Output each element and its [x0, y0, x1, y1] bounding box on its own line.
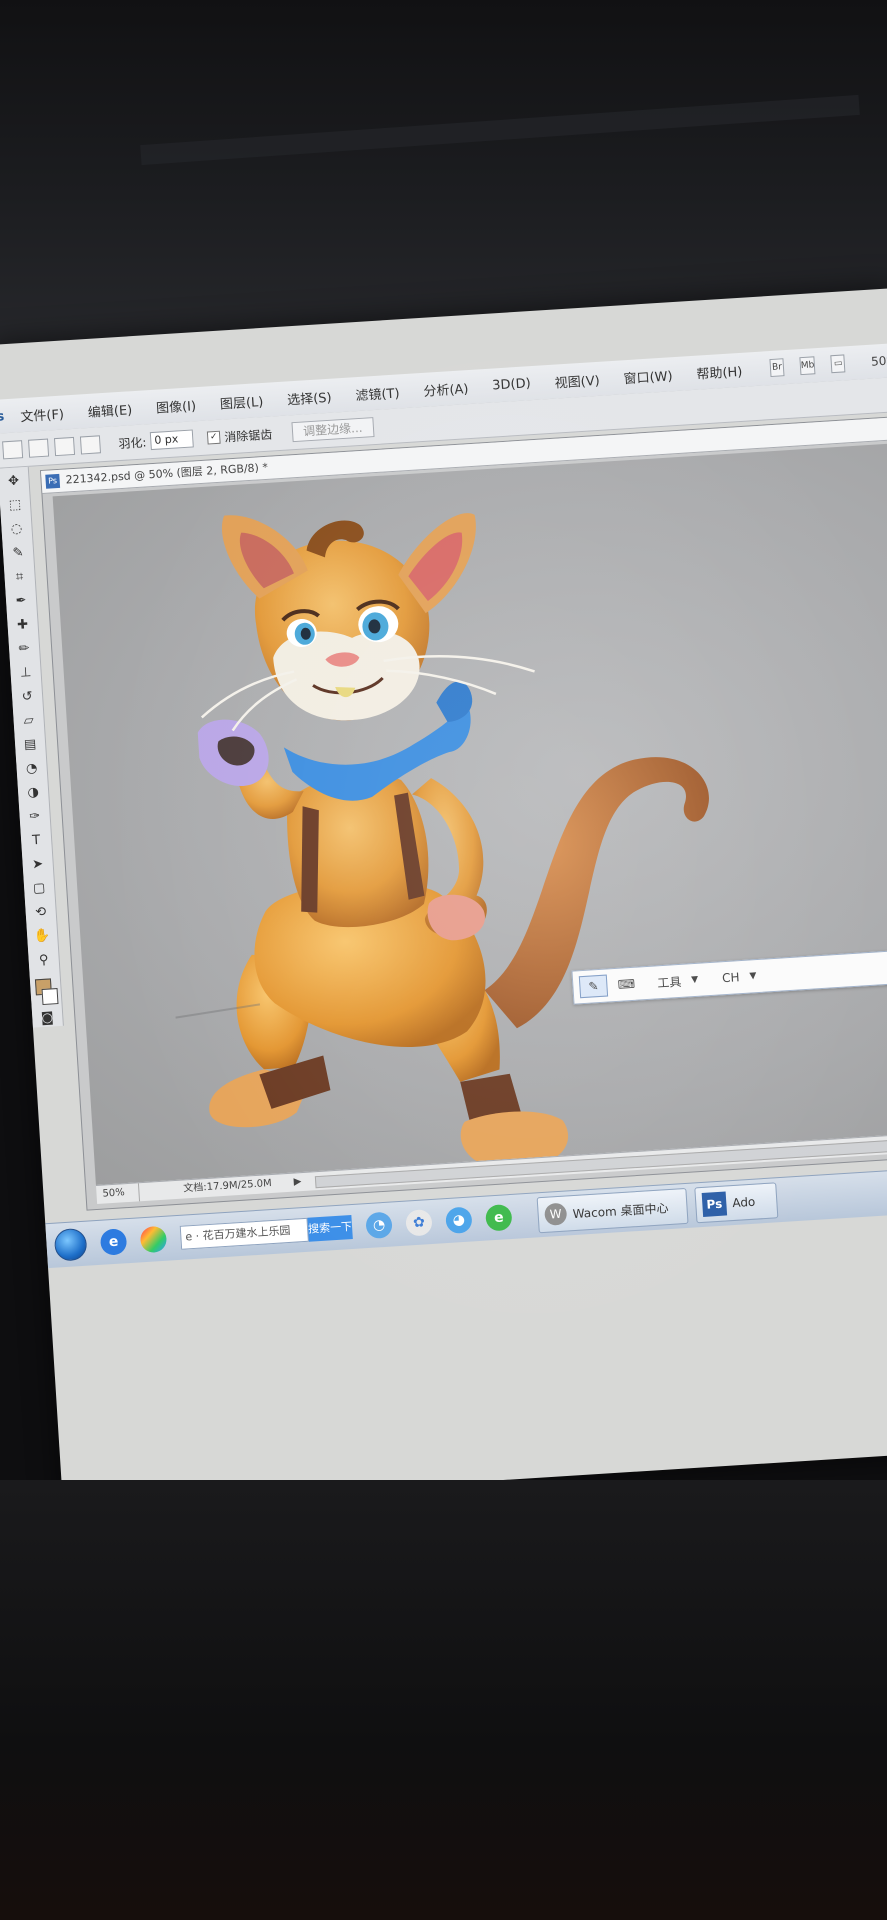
document-window: Ps 221342.psd @ 50% (图层 2, RGB/8) * ✎ ⌨ …	[39, 415, 887, 1211]
eyedropper-tool-icon[interactable]: ✒	[12, 591, 31, 612]
stamp-tool-icon[interactable]: ⊥	[16, 663, 35, 684]
menu-select[interactable]: 选择(S)	[275, 385, 344, 408]
photoshop-task-button[interactable]: Ps Ado	[694, 1182, 779, 1224]
menu-analysis[interactable]: 分析(A)	[411, 377, 481, 400]
search-button[interactable]: 搜索一下	[307, 1215, 353, 1242]
menu-window[interactable]: 窗口(W)	[611, 364, 685, 388]
cloud-app-icon[interactable]: ✿	[405, 1209, 433, 1237]
antialias-checkbox[interactable]: ✓	[206, 430, 221, 445]
ie-icon[interactable]: e	[99, 1228, 128, 1256]
healing-tool-icon[interactable]: ✚	[13, 615, 32, 636]
feather-label: 羽化:	[118, 434, 147, 451]
quick-select-tool-icon[interactable]: ✎	[9, 543, 28, 564]
brush-tool-icon[interactable]: ✏	[15, 639, 34, 660]
menu-view[interactable]: 视图(V)	[542, 369, 612, 392]
document-size[interactable]: 文档:17.9M/25.0M	[183, 1175, 272, 1199]
add-selection-icon[interactable]	[53, 436, 76, 457]
feather-input[interactable]: 0 px	[149, 429, 194, 451]
menu-file[interactable]: 文件(F)	[8, 402, 77, 425]
start-button[interactable]	[53, 1227, 88, 1262]
wacom-task-label: Wacom 桌面中心	[572, 1200, 669, 1221]
zoom-tool-icon[interactable]: ⚲	[34, 950, 53, 971]
menu-layer[interactable]: 图层(L)	[207, 390, 275, 413]
eraser-tool-icon[interactable]: ▱	[19, 711, 38, 732]
screen-mode-icon[interactable]: ▭	[830, 354, 846, 374]
chevron-down-icon[interactable]: ▼	[749, 971, 757, 981]
ps-document-icon: Ps	[45, 473, 61, 489]
cat-illustration	[175, 513, 709, 1169]
lasso-preset-icon[interactable]	[2, 440, 24, 460]
wacom-task-button[interactable]: W Wacom 桌面中心	[536, 1187, 689, 1234]
menu-filter[interactable]: 滤镜(T)	[343, 381, 412, 404]
status-zoom-field[interactable]: 50%	[96, 1183, 141, 1204]
pen-tool-icon[interactable]: ✑	[25, 807, 44, 828]
hand-tool-icon[interactable]: ✋	[33, 926, 52, 947]
new-selection-icon[interactable]	[28, 438, 50, 458]
qq-browser-icon[interactable]: ◕	[445, 1206, 473, 1235]
shape-tool-icon[interactable]: ▢	[30, 878, 49, 899]
3d-rotate-icon[interactable]: ⟲	[31, 902, 50, 923]
minibridge-button[interactable]: Mb	[799, 356, 816, 376]
crop-tool-icon[interactable]: ⌗	[10, 567, 29, 588]
wacom-logo-icon: W	[544, 1202, 568, 1226]
chevron-down-icon[interactable]: ▼	[691, 975, 699, 985]
menu-edit[interactable]: 编辑(E)	[75, 398, 144, 421]
gradient-tool-icon[interactable]: ▤	[21, 735, 40, 756]
pen-icon[interactable]: ✎	[578, 974, 609, 999]
menu-image[interactable]: 图像(I)	[143, 394, 208, 417]
path-select-icon[interactable]: ➤	[28, 854, 47, 875]
zoom-level-dropdown[interactable]: 50%	[871, 353, 887, 369]
language-indicator[interactable]: CH	[722, 970, 740, 985]
refine-edge-button[interactable]: 调整边缘...	[291, 417, 375, 443]
photoshop-logo-icon: Ps	[701, 1191, 728, 1217]
quick-mask-icon[interactable]: ◙	[38, 1008, 57, 1029]
photoshop-task-label: Ado	[731, 1194, 756, 1211]
monitor-frame-bottom	[0, 1480, 887, 1920]
type-tool-icon[interactable]: T	[27, 831, 46, 852]
subtract-selection-icon[interactable]	[79, 435, 102, 455]
browser-search-input[interactable]: e · 花百万建水上乐园	[179, 1217, 309, 1250]
lasso-tool-icon[interactable]: ◌	[7, 519, 26, 540]
marquee-tool-icon[interactable]: ⬚	[6, 495, 25, 516]
360-browser-icon[interactable]: e	[485, 1203, 513, 1232]
menu-help[interactable]: 帮助(H)	[684, 360, 755, 383]
photoshop-screen: s 文件(F) 编辑(E) 图像(I) 图层(L) 选择(S) 滤镜(T) 分析…	[0, 288, 887, 1508]
app-launcher-icon[interactable]	[139, 1225, 168, 1254]
move-tool-icon[interactable]: ✥	[4, 471, 23, 492]
browser-icon[interactable]: ◔	[365, 1211, 393, 1240]
document-title: 221342.psd @ 50% (图层 2, RGB/8) *	[65, 460, 269, 487]
menu-3d[interactable]: 3D(D)	[480, 375, 543, 394]
pen-tools-menu[interactable]: 工具	[657, 972, 682, 990]
background-color-swatch[interactable]	[41, 988, 59, 1006]
dodge-tool-icon[interactable]: ◑	[24, 783, 43, 804]
status-arrow-icon[interactable]: ▶	[293, 1173, 302, 1191]
bridge-button[interactable]: Br	[769, 358, 785, 378]
antialias-label: 消除锯齿	[223, 426, 273, 444]
history-brush-icon[interactable]: ↺	[18, 687, 37, 708]
blur-tool-icon[interactable]: ◔	[22, 759, 41, 780]
canvas[interactable]	[52, 442, 887, 1186]
keyboard-icon[interactable]: ⌨	[613, 974, 640, 996]
